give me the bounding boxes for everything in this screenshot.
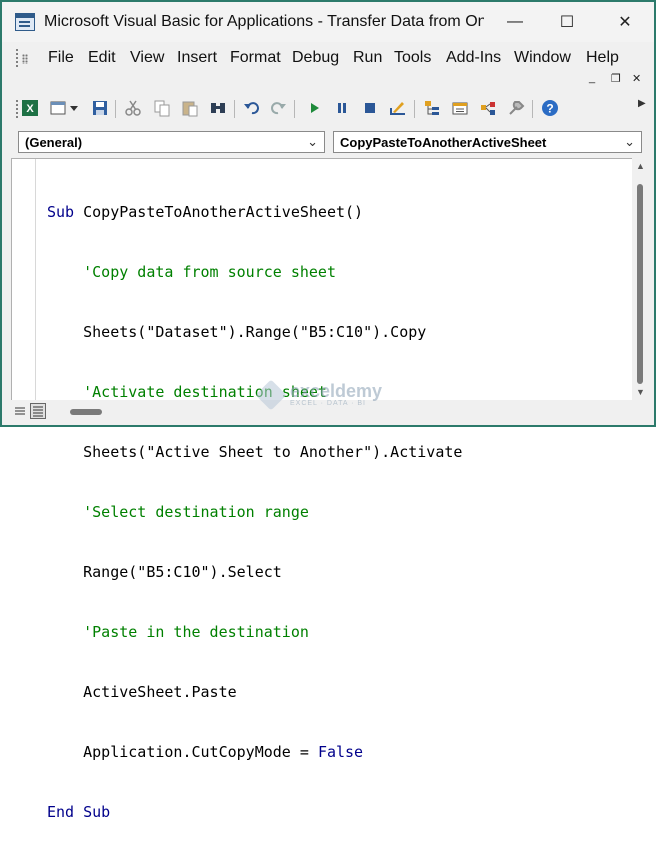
margin-indicator-bar[interactable]: [12, 159, 36, 401]
exceldemy-watermark: exceldemy EXCEL · DATA · BI: [255, 378, 383, 411]
mdi-restore-button[interactable]: ❐: [611, 72, 621, 85]
menu-add-ins[interactable]: Add-Ins: [446, 49, 501, 67]
keyword: False: [317, 743, 364, 761]
keyword: Sub: [47, 203, 75, 221]
maximize-button[interactable]: ☐: [544, 8, 590, 36]
cut-icon[interactable]: [123, 98, 143, 118]
menu-handle-icon: [22, 54, 28, 64]
code-line: Sheets("Active Sheet to Another").Activa…: [47, 443, 463, 461]
menu-help[interactable]: Help: [586, 49, 619, 67]
paste-icon[interactable]: [180, 98, 200, 118]
toolbar-separator: [532, 100, 533, 118]
chevron-down-icon[interactable]: ⌄: [307, 134, 318, 150]
find-icon[interactable]: [208, 98, 228, 118]
code-comment: 'Paste in the destination: [47, 623, 309, 641]
scroll-up-icon[interactable]: ▲: [636, 161, 645, 171]
window-title: Microsoft Visual Basic for Applications …: [44, 13, 484, 30]
menu-bar: File Edit View Insert Format Debug Run T…: [2, 42, 654, 74]
code-token: CopyPasteToAnotherActiveSheet(): [74, 203, 364, 221]
mdi-close-button[interactable]: ✕: [632, 72, 641, 85]
svg-text:X: X: [26, 103, 34, 115]
menu-debug[interactable]: Debug: [292, 49, 339, 67]
properties-window-icon[interactable]: [450, 98, 470, 118]
vertical-scroll-thumb[interactable]: [637, 184, 643, 384]
chevron-down-icon[interactable]: ⌄: [624, 134, 635, 150]
design-mode-icon[interactable]: [388, 98, 408, 118]
minimize-button[interactable]: —: [492, 8, 538, 36]
break-icon[interactable]: [332, 98, 352, 118]
code-line: Sheets("Dataset").Range("B5:C10").Copy: [47, 323, 427, 341]
code-editor[interactable]: Sub CopyPasteToAnotherActiveSheet() 'Cop…: [11, 158, 632, 821]
horizontal-scroll-thumb[interactable]: [70, 409, 102, 415]
project-explorer-icon[interactable]: [422, 98, 442, 118]
menu-tools[interactable]: Tools: [394, 49, 431, 67]
toolbar-grip-icon[interactable]: [15, 99, 19, 119]
object-dropdown[interactable]: (General) ⌄: [18, 131, 325, 153]
dropdown-arrow-icon[interactable]: [68, 98, 80, 118]
svg-text:?: ?: [546, 102, 553, 116]
toolbar-separator: [294, 100, 295, 118]
code-line: Range("B5:C10").Select: [47, 563, 282, 581]
keyword: End Sub: [47, 803, 111, 821]
vba-window: Microsoft Visual Basic for Applications …: [0, 0, 656, 821]
scroll-down-icon[interactable]: ▼: [636, 387, 645, 397]
copy-icon[interactable]: [152, 98, 172, 118]
standard-toolbar: X ?: [2, 90, 654, 126]
code-comment: 'Select destination range: [47, 503, 309, 521]
code-line: Application.CutCopyMode = False: [47, 742, 462, 762]
undo-icon[interactable]: [242, 98, 262, 118]
mdi-minimize-button[interactable]: _: [589, 72, 595, 84]
insert-userform-icon[interactable]: [48, 98, 68, 118]
menu-run[interactable]: Run: [353, 49, 382, 67]
code-line: Sub CopyPasteToAnotherActiveSheet(): [47, 202, 462, 222]
reset-icon[interactable]: [360, 98, 380, 118]
title-bar: Microsoft Visual Basic for Applications …: [2, 2, 654, 42]
procedure-dropdown[interactable]: CopyPasteToAnotherActiveSheet ⌄: [333, 131, 642, 153]
menu-view[interactable]: View: [130, 49, 164, 67]
excel-icon[interactable]: X: [20, 98, 40, 118]
toolbar-separator: [414, 100, 415, 118]
vertical-scrollbar[interactable]: ▲ ▼: [632, 158, 648, 400]
code-text[interactable]: Sub CopyPasteToAnotherActiveSheet() 'Cop…: [47, 162, 462, 854]
toolbar-overflow-icon[interactable]: ▶: [638, 98, 646, 109]
code-token: Application.CutCopyMode =: [47, 743, 318, 761]
menu-insert[interactable]: Insert: [177, 49, 217, 67]
menu-window[interactable]: Window: [514, 49, 571, 67]
procedure-view-icon[interactable]: [12, 403, 28, 419]
code-comment: 'Copy data from source sheet: [47, 263, 336, 281]
toolbox-icon[interactable]: [506, 98, 526, 118]
object-dropdown-value: (General): [25, 135, 83, 150]
watermark-name: exceldemy: [290, 381, 383, 401]
menu-edit[interactable]: Edit: [88, 49, 116, 67]
menu-format[interactable]: Format: [230, 49, 281, 67]
toolbar-separator: [234, 100, 235, 118]
object-browser-icon[interactable]: [478, 98, 498, 118]
code-line: ActiveSheet.Paste: [47, 683, 237, 701]
save-icon[interactable]: [90, 98, 110, 118]
menu-grip-icon[interactable]: [15, 48, 19, 68]
run-icon[interactable]: [304, 98, 324, 118]
menu-file[interactable]: File: [48, 49, 74, 67]
close-button[interactable]: ✕: [602, 8, 648, 36]
exceldemy-logo-icon: [255, 378, 287, 411]
code-comment: 'Activate destination sheet: [47, 383, 327, 401]
watermark-tagline: EXCEL · DATA · BI: [290, 400, 366, 407]
redo-icon[interactable]: [268, 98, 288, 118]
vba-app-icon: [15, 13, 35, 31]
help-icon[interactable]: ?: [540, 98, 560, 118]
toolbar-separator: [115, 100, 116, 118]
full-module-view-icon[interactable]: [30, 403, 46, 419]
procedure-dropdown-value: CopyPasteToAnotherActiveSheet: [340, 135, 547, 150]
